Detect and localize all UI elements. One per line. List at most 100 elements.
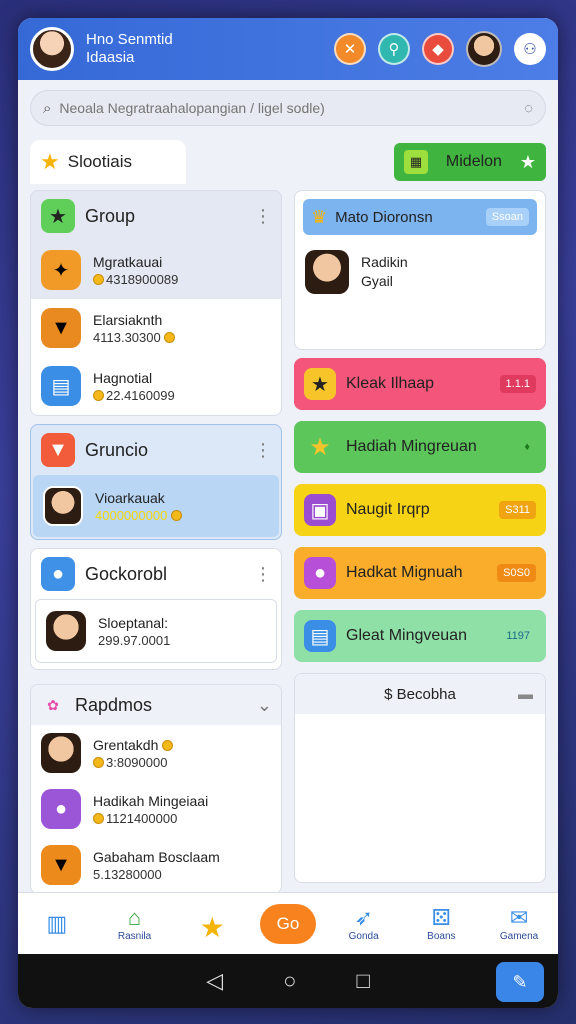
reward-row-naugit[interactable]: ▣ Naugit Irqrp S311 <box>294 484 546 536</box>
mail-icon: ✉ <box>509 905 529 930</box>
reward-label: Hadkat Mignuah <box>346 564 463 581</box>
item-name: Grentakdh <box>93 737 159 753</box>
fruit-icon: ● <box>304 557 336 589</box>
reward-row-kleak[interactable]: ★ Kleak Ilhaap 1.1.1 <box>294 358 546 410</box>
list-item[interactable]: Vioarkauak 4000000000 <box>33 475 279 537</box>
edit-fab-icon[interactable]: ✎ <box>496 962 544 1002</box>
go-label: Go <box>276 913 300 933</box>
mato-user[interactable]: Radikin Gyail <box>295 243 545 301</box>
rapidos-card: ✿ Rapdmos ⌄ Grentakdh 3:8090000 ● Hadika… <box>30 684 282 894</box>
chevron-down-icon[interactable]: ⌄ <box>257 695 272 716</box>
chat-icon[interactable]: ◌ <box>524 100 533 117</box>
more-icon[interactable]: ⋮ <box>254 440 272 461</box>
item-value: 1121400000 <box>106 811 178 826</box>
reward-badge: 1197 <box>506 630 530 642</box>
group-card-header[interactable]: ★ Group ⋮ <box>31 191 281 241</box>
geckorobl-card-header[interactable]: ● Gockorobl ⋮ <box>31 549 281 599</box>
mato-badge: Ssoan <box>485 208 529 226</box>
star-icon: ★ <box>41 199 75 233</box>
tools-icon[interactable]: ✕ <box>334 33 366 65</box>
list-item[interactable]: ▼ Gabaham Bosclaam 5.13280000 <box>31 837 281 893</box>
list-item[interactable]: Grentakdh 3:8090000 <box>31 725 281 781</box>
grupo-card-header[interactable]: ▼ Gruncio ⋮ <box>31 425 281 475</box>
grupo-card: ▼ Gruncio ⋮ Vioarkauak 4000000000 <box>30 424 282 540</box>
reward-label: Gleat Mingveuan <box>346 627 467 644</box>
reward-label: Naugit Irqrp <box>346 501 430 518</box>
coin-icon <box>170 510 182 521</box>
reward-row-hadiah[interactable]: ★ Hadiah Mingreuan ♦ <box>294 421 546 473</box>
search-bar[interactable]: ⌕ ◌ <box>30 90 546 126</box>
game-icon: ⚄ <box>431 905 451 930</box>
reward-badge: S0S0 <box>497 564 536 582</box>
nav-star[interactable]: ★ <box>182 911 242 943</box>
nav-home[interactable]: ⌂ Rasnila <box>105 905 165 942</box>
reward-badge: 1.1.1 <box>499 375 536 393</box>
nav-stats[interactable]: ▥ <box>27 911 87 937</box>
rapidos-card-header[interactable]: ✿ Rapdmos ⌄ <box>31 685 281 725</box>
minus-icon[interactable]: ▬ <box>518 686 533 703</box>
nav-gamena[interactable]: ✉ Gamena <box>489 905 549 942</box>
reward-label: Hadiah Mingreuan <box>346 438 477 455</box>
back-icon[interactable]: ◁ <box>206 968 223 994</box>
item-name: Vioarkauak <box>95 490 165 506</box>
location-icon[interactable]: ⚲ <box>378 33 410 65</box>
coin-icon <box>162 740 174 751</box>
more-icon[interactable]: ⋮ <box>254 564 272 585</box>
coin-icon <box>164 332 176 343</box>
coin-icon <box>93 390 104 401</box>
search-input[interactable] <box>59 100 525 116</box>
right-column: ♛ Mato Dioronsn Ssoan Radikin Gyail ★ Kl… <box>294 190 546 894</box>
go-button[interactable]: Go <box>259 903 316 944</box>
nav-label: Rasnila <box>117 931 152 942</box>
player-avatar <box>41 733 81 773</box>
stats-icon: ▥ <box>46 910 68 936</box>
rocket-icon: ➶ <box>354 905 373 930</box>
header-title-line2: Idaasia <box>86 49 135 66</box>
recents-icon[interactable]: □ <box>356 968 369 994</box>
star-icon: ★ <box>199 911 225 943</box>
tab-slots-label: Slootiais <box>67 152 132 171</box>
item-value: 5.13280000 <box>93 867 162 882</box>
calculator-icon: ▤ <box>41 366 81 406</box>
reward-label: Kleak Ilhaap <box>346 375 435 392</box>
user-avatar[interactable] <box>30 27 74 71</box>
mission-button-label: Midelon <box>445 153 502 170</box>
nav-gonda[interactable]: ➶ Gonda <box>334 905 394 942</box>
mato-header[interactable]: ♛ Mato Dioronsn Ssoan <box>303 199 537 235</box>
calculator-icon: ▤ <box>304 620 336 652</box>
geckorobl-title: Gockorobl <box>85 563 168 584</box>
reward-row-gleat[interactable]: ▤ Gleat Mingveuan 1197 <box>294 610 546 662</box>
reward-badge: S311 <box>499 501 536 519</box>
geckorobl-card: ● Gockorobl ⋮ Sloeptanal: 299.97.0001 <box>30 548 282 670</box>
list-item[interactable]: ▼ Elarsiaknth 4113.30300 <box>31 299 281 357</box>
item-value: 4318900089 <box>106 272 179 287</box>
home-circle-icon[interactable]: ○ <box>283 968 296 994</box>
mission-button[interactable]: ▦ Midelon ★ <box>394 143 546 181</box>
coin-icon <box>93 757 104 768</box>
reward-badge: ♦ <box>524 441 530 453</box>
list-item[interactable]: ✦ Mgratkauai 4318900089 <box>31 241 281 299</box>
app-header: Hno Senmtid Idaasia ✕ ⚲ ◆ ⚇ <box>18 18 558 80</box>
friend-avatar[interactable] <box>466 31 502 67</box>
nav-label: Boans <box>427 931 456 942</box>
item-name: Hadikah Mingeiaai <box>93 793 209 809</box>
becobha-title: $ Becobha <box>384 685 456 703</box>
gift-icon[interactable]: ◆ <box>422 33 454 65</box>
list-item[interactable]: ● Hadikah Mingeiaai 1121400000 <box>31 781 281 837</box>
reward-row-hadkat[interactable]: ● Hadkat Mignuah S0S0 <box>294 547 546 599</box>
group-title: Group <box>85 205 136 226</box>
star-icon: ★ <box>40 149 60 174</box>
carrot-icon: ✦ <box>41 250 81 290</box>
fruit-icon: ● <box>41 789 81 829</box>
nav-boans[interactable]: ⚄ Boans <box>411 905 471 942</box>
profile-icon[interactable]: ⚇ <box>514 33 546 65</box>
nav-label: Gamena <box>499 931 539 942</box>
star-icon: ★ <box>309 433 331 461</box>
picture-icon: ▣ <box>304 494 336 526</box>
list-item[interactable]: Sloeptanal: 299.97.0001 <box>35 599 277 663</box>
becobha-header[interactable]: $ Becobha ▬ <box>295 674 545 714</box>
rapidos-title: Rapdmos <box>75 694 153 715</box>
tab-slots[interactable]: ★ Slootiais <box>30 140 186 184</box>
list-item[interactable]: ▤ Hagnotial 22.4160099 <box>31 357 281 415</box>
more-icon[interactable]: ⋮ <box>254 206 272 227</box>
